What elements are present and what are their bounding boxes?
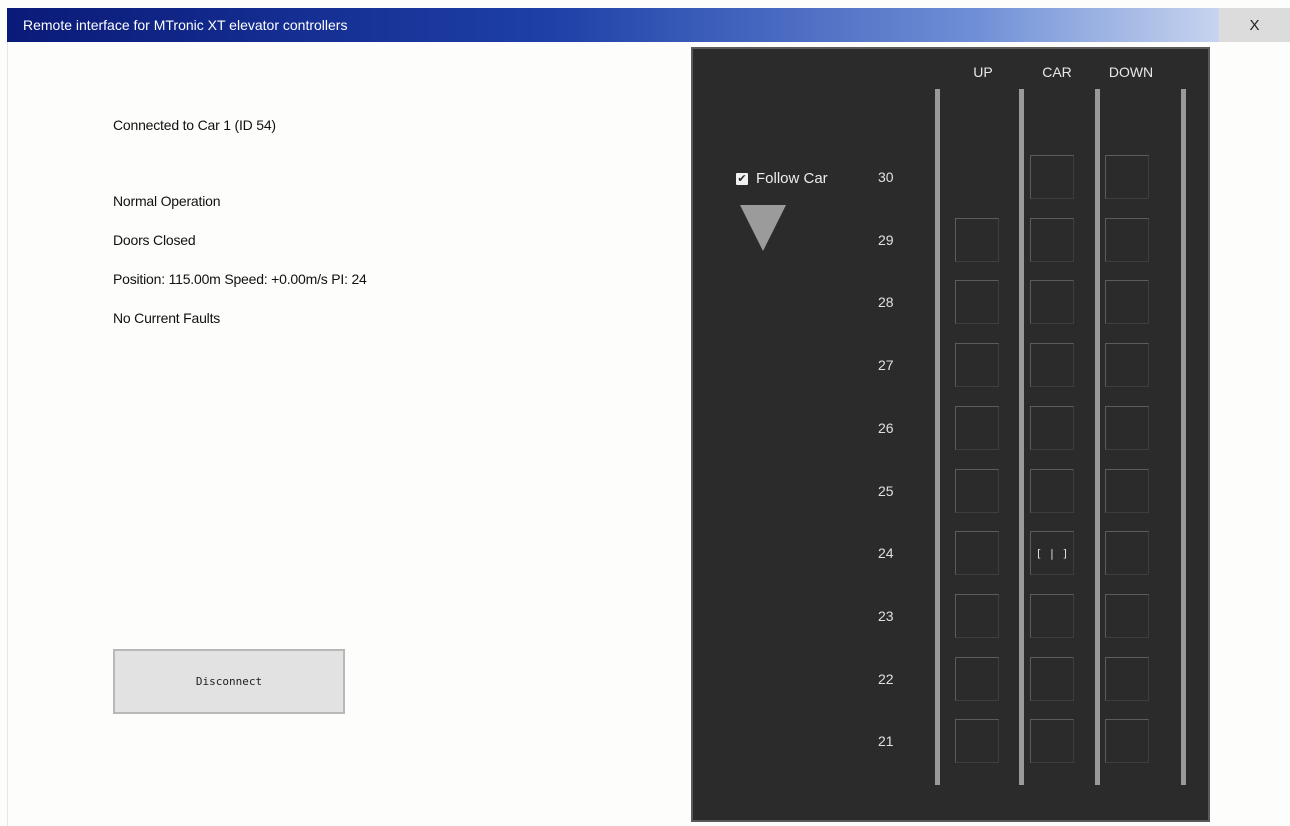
car-call-button[interactable]	[1030, 719, 1074, 764]
floor-label: 30	[878, 169, 894, 185]
floor-label: 24	[878, 545, 894, 562]
down-call-button[interactable]	[1105, 719, 1149, 764]
hoistway-rail	[935, 89, 940, 785]
car-call-button[interactable]	[1030, 656, 1074, 701]
down-call-button[interactable]	[1105, 531, 1149, 576]
down-column-header: DOWN	[1108, 64, 1154, 80]
hoistway-rail	[1019, 89, 1024, 785]
disconnect-button[interactable]: Disconnect	[113, 649, 345, 714]
operation-mode: Normal Operation	[113, 193, 221, 209]
up-call-button[interactable]	[955, 719, 999, 764]
up-column-header: UP	[973, 64, 993, 80]
hoistway-rail	[1095, 89, 1100, 785]
floor-label: 28	[878, 294, 894, 311]
floor-label: 27	[878, 357, 894, 374]
up-call-button[interactable]	[955, 405, 999, 450]
car-call-button[interactable]	[1030, 217, 1074, 262]
position-readout: Position: 115.00m Speed: +0.00m/s PI: 24	[113, 271, 367, 287]
door-status: Doors Closed	[113, 232, 196, 248]
down-call-button[interactable]	[1105, 280, 1149, 325]
down-call-button[interactable]	[1105, 593, 1149, 638]
floor-label: 26	[878, 419, 894, 436]
window-border	[7, 42, 8, 826]
down-call-button[interactable]	[1105, 155, 1149, 199]
up-call-button[interactable]	[955, 468, 999, 513]
car-position-indicator[interactable]: [ | ]	[1030, 531, 1074, 576]
down-call-button[interactable]	[1105, 343, 1149, 388]
car-call-button[interactable]	[1030, 155, 1074, 199]
follow-car-checkbox[interactable]: ✔ Follow Car	[736, 170, 828, 187]
floor-label: 29	[878, 231, 894, 248]
car-call-button[interactable]	[1030, 468, 1074, 513]
car-call-button[interactable]	[1030, 343, 1074, 388]
car-call-button[interactable]	[1030, 405, 1074, 450]
up-call-button[interactable]	[955, 593, 999, 638]
connection-status: Connected to Car 1 (ID 54)	[113, 117, 276, 133]
up-call-button[interactable]	[955, 343, 999, 388]
car-call-button[interactable]	[1030, 280, 1074, 325]
elevator-panel: UP CAR DOWN ✔ Follow Car 30 29 28 27 26 25 24 […	[691, 47, 1210, 822]
window-title: Remote interface for MTronic XT elevator…	[23, 17, 348, 33]
up-call-button[interactable]	[955, 280, 999, 325]
car-column-header: CAR	[1042, 64, 1072, 80]
floor-label: 21	[878, 733, 894, 750]
up-call-button[interactable]	[955, 531, 999, 576]
up-call-button[interactable]	[955, 656, 999, 701]
floor-label: 22	[878, 670, 894, 687]
floor-label: 23	[878, 607, 894, 624]
close-button[interactable]: X	[1219, 8, 1290, 42]
checkbox-icon[interactable]: ✔	[736, 172, 748, 185]
down-call-button[interactable]	[1105, 656, 1149, 701]
hoistway-rail	[1181, 89, 1186, 785]
down-call-button[interactable]	[1105, 405, 1149, 450]
up-call-button[interactable]	[955, 217, 999, 262]
car-call-button[interactable]	[1030, 593, 1074, 638]
title-bar: Remote interface for MTronic XT elevator…	[7, 8, 1219, 42]
fault-status: No Current Faults	[113, 310, 221, 326]
follow-car-label: Follow Car	[756, 170, 828, 187]
floor-label: 25	[878, 482, 894, 499]
down-call-button[interactable]	[1105, 468, 1149, 513]
down-call-button[interactable]	[1105, 217, 1149, 262]
down-arrow-icon	[740, 205, 786, 251]
